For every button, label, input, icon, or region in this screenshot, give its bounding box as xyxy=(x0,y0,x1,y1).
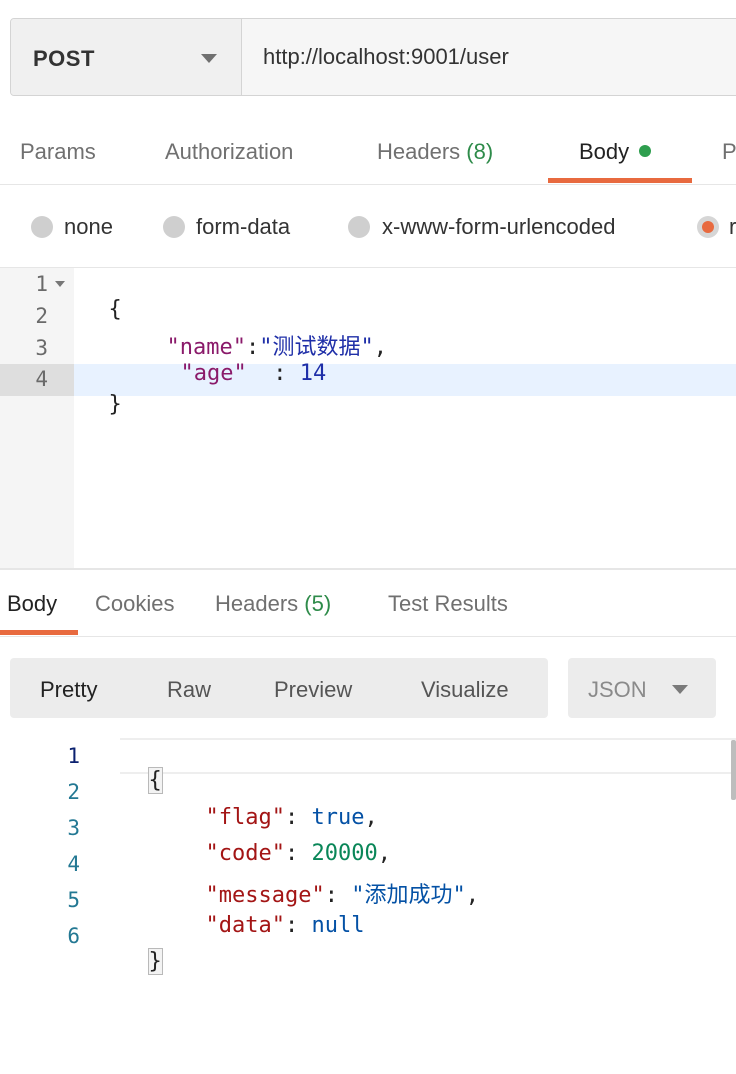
tab-label: Body xyxy=(7,591,58,616)
response-line-6[interactable]: } xyxy=(122,924,163,975)
headers-count: (8) xyxy=(466,139,494,164)
view-pretty-button[interactable]: Pretty xyxy=(40,677,97,703)
tab-authorization[interactable]: Authorization xyxy=(165,139,293,165)
tab-partial[interactable]: P xyxy=(722,139,736,165)
tab-label: Authorization xyxy=(165,139,294,164)
divider xyxy=(0,267,736,268)
response-line-1[interactable]: { xyxy=(122,743,163,794)
divider xyxy=(0,568,736,570)
current-line-highlight xyxy=(120,738,736,774)
view-preview-button[interactable]: Preview xyxy=(274,677,352,703)
headers-count: (5) xyxy=(304,591,332,616)
radio-circle-icon xyxy=(348,216,370,238)
radio-label-urlencoded: x-www-form-urlencoded xyxy=(382,214,616,239)
radio-circle-icon xyxy=(163,216,185,238)
tab-label: Body xyxy=(579,139,630,164)
line-number: 1 xyxy=(67,744,80,768)
divider xyxy=(0,636,736,637)
tab-response-headers[interactable]: Headers (5) xyxy=(215,591,331,617)
code-token: { xyxy=(147,767,163,794)
response-line-5[interactable]: "data": null xyxy=(179,888,365,938)
tab-label: P xyxy=(722,139,736,164)
radio-raw[interactable] xyxy=(697,216,719,238)
request-bar: POST http://localhost:9001/user xyxy=(10,18,736,96)
method-select[interactable]: POST xyxy=(11,19,242,95)
view-visualize-button[interactable]: Visualize xyxy=(421,677,509,703)
scrollbar[interactable] xyxy=(731,740,736,800)
chevron-down-icon xyxy=(672,685,688,694)
tab-label: Test Results xyxy=(388,591,508,616)
tab-label: Params xyxy=(20,139,96,164)
radio-circle-icon xyxy=(31,216,53,238)
view-raw-button[interactable]: Raw xyxy=(167,677,211,703)
active-tab-indicator xyxy=(548,178,692,183)
code-token: } xyxy=(147,948,163,975)
code-line-3[interactable]: "age" : 14 xyxy=(154,336,327,386)
code-token: "data" xyxy=(205,913,285,938)
radio-label-raw: r xyxy=(729,214,736,239)
radio-form-data[interactable] xyxy=(163,216,185,238)
tab-label: Headers xyxy=(215,591,299,616)
code-token: { xyxy=(108,297,122,322)
radio-label-none: none xyxy=(64,214,113,239)
code-token: 14 xyxy=(299,361,327,386)
code-line-4[interactable]: } xyxy=(82,367,122,417)
tab-test-results[interactable]: Test Results xyxy=(388,591,508,617)
code-token: , xyxy=(373,335,387,360)
active-tab-indicator xyxy=(0,630,78,635)
line-number: 3 xyxy=(67,816,80,840)
code-token: "age" xyxy=(180,361,247,386)
line-number: 2 xyxy=(67,780,80,804)
method-label: POST xyxy=(33,46,95,71)
code-token: null xyxy=(311,913,365,938)
code-line-1[interactable]: { xyxy=(82,272,122,322)
code-token: : xyxy=(246,361,300,386)
code-token: } xyxy=(108,392,122,417)
format-select[interactable]: JSON xyxy=(568,658,716,718)
tab-cookies[interactable]: Cookies xyxy=(95,591,174,617)
line-number: 6 xyxy=(67,924,80,948)
status-dot-icon xyxy=(639,145,652,157)
tab-label: Headers xyxy=(377,139,461,164)
code-token: "添加成功" xyxy=(351,883,466,908)
radio-urlencoded[interactable] xyxy=(348,216,370,238)
line-number: 4 xyxy=(67,852,80,876)
format-label: JSON xyxy=(588,677,647,702)
tab-response-body[interactable]: Body xyxy=(7,591,57,617)
tab-label: Cookies xyxy=(95,591,175,616)
fold-arrow-icon[interactable] xyxy=(55,281,65,287)
radio-label-form-data: form-data xyxy=(196,214,291,239)
chevron-down-icon xyxy=(201,54,217,63)
line-number: 4 xyxy=(35,367,48,391)
line-number: 2 xyxy=(35,304,48,328)
tab-params[interactable]: Params xyxy=(20,139,96,165)
tab-headers[interactable]: Headers (8) xyxy=(377,139,493,165)
line-number: 1 xyxy=(35,272,48,296)
line-number: 3 xyxy=(35,336,48,360)
radio-none[interactable] xyxy=(31,216,53,238)
divider xyxy=(0,184,736,185)
tab-body[interactable]: Body xyxy=(579,139,652,165)
line-number: 5 xyxy=(67,888,80,912)
url-input[interactable]: http://localhost:9001/user xyxy=(263,44,509,70)
radio-dot-icon xyxy=(702,221,714,233)
